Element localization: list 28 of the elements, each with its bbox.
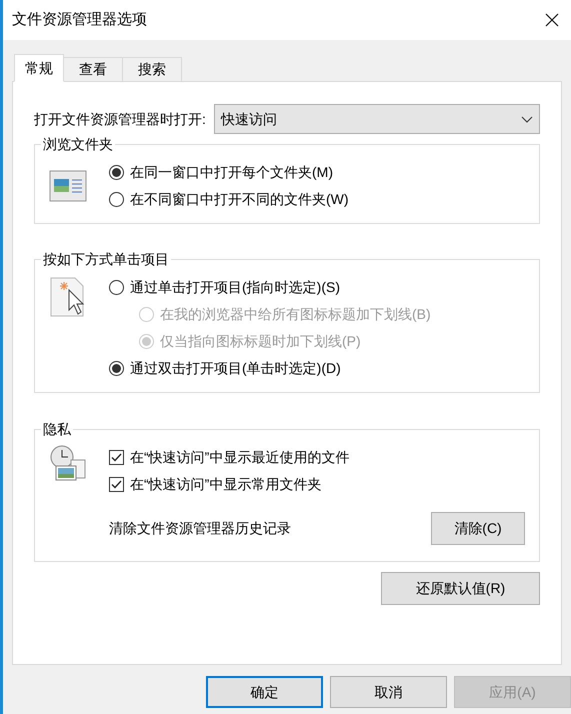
checkbox-label: 在“快速访问”中显示最近使用的文件	[130, 448, 350, 467]
checkbox[interactable]	[109, 450, 124, 465]
tab[interactable]: 搜索	[122, 57, 182, 82]
close-icon[interactable]	[545, 13, 559, 27]
radio-label: 通过单击打开项目(指向时选定)(S)	[130, 278, 340, 297]
clear-button[interactable]: 清除(C)	[431, 512, 525, 545]
radio-label: 在不同窗口中打开不同的文件夹(W)	[130, 190, 349, 209]
cursor-file-icon	[49, 276, 87, 318]
radio-button[interactable]	[109, 192, 124, 207]
checkbox-label: 在“快速访问”中显示常用文件夹	[130, 475, 322, 494]
restore-defaults-button[interactable]: 还原默认值(R)	[381, 572, 540, 605]
radio-button[interactable]	[109, 165, 124, 180]
radio-label: 通过双击打开项目(单击时选定)(D)	[130, 359, 341, 378]
radio-label: 在同一窗口中打开每个文件夹(M)	[130, 163, 333, 182]
dropdown[interactable]: 快速访问	[214, 104, 540, 134]
checkbox[interactable]	[109, 477, 124, 492]
tab[interactable]: 常规	[14, 54, 64, 82]
open-with-label: 打开文件资源管理器时打开:	[34, 110, 206, 128]
radio-button[interactable]	[109, 280, 124, 295]
clear-history-label: 清除文件资源管理器历史记录	[109, 519, 291, 538]
chevron-down-icon	[521, 116, 533, 122]
dialog-button[interactable]: 确定	[206, 676, 323, 708]
window-title: 文件资源管理器选项	[12, 10, 147, 30]
radio-button[interactable]	[109, 361, 124, 376]
dialog-button[interactable]: 取消	[330, 676, 447, 708]
radio-label: 仅当指向图标标题时加下划线(P)	[160, 332, 361, 351]
window-icon	[49, 170, 87, 202]
radio-label: 在我的浏览器中给所有图标标题加下划线(B)	[160, 305, 431, 324]
